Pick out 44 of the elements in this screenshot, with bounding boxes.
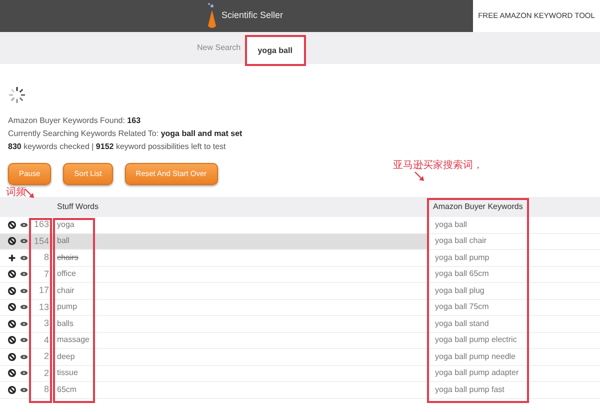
table-cell-text: 154	[32, 234, 50, 248]
status-text: Amazon Buyer Keywords Found: 163	[8, 115, 142, 127]
table-cell-text: yoga ball plug	[434, 284, 484, 297]
table-cell-text: yoga ball	[434, 218, 468, 231]
table-cell-text: yoga ball pump	[434, 252, 490, 264]
table-cell: balls	[57, 318, 74, 330]
table-cell-text: yoga ball pump electric	[434, 334, 517, 346]
table-cell: office	[57, 268, 76, 280]
table-cell: 65cm	[57, 384, 77, 396]
table-cell-text: 7	[42, 268, 50, 280]
table-cell: ball	[57, 235, 70, 248]
selected-row-highlight[interactable]: 154 ball	[0, 234, 427, 249]
table-cell-text: 8	[42, 383, 50, 396]
annotation-text: 词频	[6, 188, 26, 198]
table-cell-text: yoga ball stand	[434, 318, 489, 330]
column-header: Stuff Words	[57, 201, 100, 213]
table-cell-text: yoga ball pump adapter	[434, 367, 519, 380]
table-cell-text: 4	[42, 334, 50, 346]
table-cell-text: yoga ball chair	[434, 235, 487, 248]
table-cell: pump	[57, 301, 78, 314]
table-cell-text: yoga ball pump fast	[434, 384, 504, 396]
table-cell: massage	[57, 334, 90, 346]
annotation-text: 亚马逊买家搜索词，	[393, 161, 483, 171]
table-cell-text: 3	[42, 317, 50, 330]
table-cell-text: yoga ball pump needle	[434, 350, 516, 363]
table-cell: yoga	[57, 218, 74, 231]
table-cell: chair	[57, 284, 74, 297]
table-cell-text: 17	[38, 284, 50, 297]
search-label: New Search	[197, 42, 241, 54]
status-text: 830 keywords checked | 9152 keyword possibilities left to test	[8, 141, 227, 153]
table-cell: chairs	[57, 252, 78, 264]
table-cell-text: 8	[42, 251, 50, 264]
table-cell-text: 13	[38, 300, 50, 314]
table-cell-text: yoga ball 65cm	[434, 268, 489, 280]
table-cell-text: yoga ball 75cm	[434, 301, 489, 314]
search-field[interactable]: yoga ball	[244, 34, 306, 66]
status-text: Currently Searching Keywords Related To: yoga ball and mat set	[8, 128, 244, 140]
table-cell: tissue	[57, 367, 78, 380]
table-cell-text: 2	[42, 350, 50, 363]
column-header: Amazon Buyer Keywords	[433, 201, 523, 213]
table-cell-text: 2	[42, 366, 50, 380]
table-cell-text: 163	[32, 218, 50, 231]
table-cell: deep	[57, 350, 75, 363]
brand-name: Scientific Seller	[221, 9, 283, 22]
